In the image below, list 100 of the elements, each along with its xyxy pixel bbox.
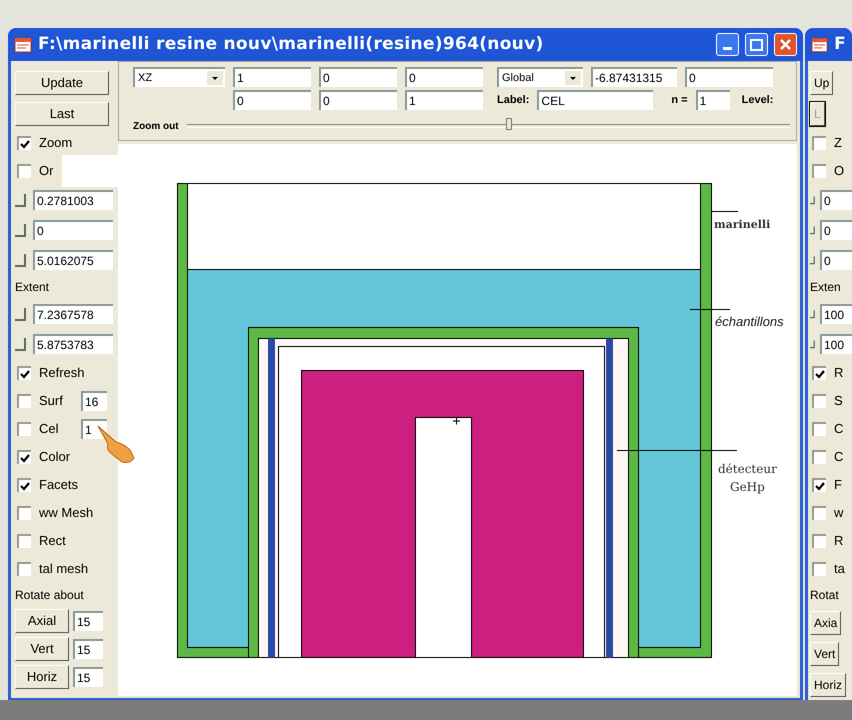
- checkbox[interactable]: [812, 366, 826, 380]
- checkbox-label: O: [834, 162, 844, 180]
- n-caption: n =: [671, 92, 688, 108]
- plot-label: détecteur: [718, 461, 777, 478]
- sidebar-button[interactable]: Last: [15, 102, 109, 126]
- minimize-button[interactable]: [716, 33, 739, 56]
- checkbox[interactable]: [17, 450, 31, 464]
- checkbox-label: ta: [834, 560, 845, 578]
- checkbox[interactable]: [17, 394, 31, 408]
- section-heading: Exten: [810, 279, 841, 296]
- window-icon: [811, 36, 828, 52]
- input-field[interactable]: 15: [73, 667, 103, 687]
- checkbox-label: w: [834, 504, 844, 522]
- checkbox[interactable]: [17, 478, 31, 492]
- caret-icon: [207, 71, 223, 85]
- input-field[interactable]: 15: [73, 611, 103, 631]
- input-field[interactable]: 100: [820, 334, 852, 354]
- checkbox-label: Or: [39, 162, 54, 180]
- slider-notch-icon: [15, 253, 29, 267]
- plot-label: GeHp: [728, 479, 766, 496]
- sidebar-button[interactable]: Up: [810, 70, 834, 94]
- checkbox[interactable]: [812, 534, 826, 548]
- sidebar-button[interactable]: Axia: [810, 610, 842, 634]
- checkbox[interactable]: [812, 506, 826, 520]
- input-field[interactable]: 5.8753783: [33, 334, 113, 354]
- input-field[interactable]: 16: [81, 391, 107, 411]
- input-field[interactable]: 7.2367578: [33, 304, 113, 324]
- dropdown[interactable]: Global: [497, 67, 583, 87]
- checkbox[interactable]: [17, 136, 31, 150]
- input-field[interactable]: 0: [233, 90, 311, 110]
- window-icon: [14, 36, 32, 52]
- dropdown-value: XZ: [138, 70, 152, 86]
- maximize-button[interactable]: [745, 33, 768, 56]
- window-title: F:\marinelli resine nouv\marinelli(resine)964(nouv): [38, 32, 544, 56]
- input-field[interactable]: -6.87431315: [591, 67, 677, 87]
- input-field[interactable]: 0: [820, 190, 852, 210]
- checkbox[interactable]: [17, 422, 31, 436]
- checkbox-label: Facets: [39, 476, 78, 494]
- sidebar-button[interactable]: Update: [15, 70, 109, 94]
- section-heading: Rotate about: [15, 587, 84, 604]
- checkbox-label: tal mesh: [39, 560, 88, 578]
- input-field[interactable]: 1: [81, 419, 107, 439]
- checkbox[interactable]: [17, 534, 31, 548]
- input-field[interactable]: 1: [405, 90, 483, 110]
- minimize-icon: [723, 47, 732, 50]
- input-field[interactable]: 1: [696, 90, 730, 110]
- zoom-caption: Zoom out: [133, 120, 179, 134]
- leader-line: [710, 211, 738, 212]
- input-field[interactable]: 0: [405, 67, 483, 87]
- input-field[interactable]: 0: [820, 220, 852, 240]
- input-field[interactable]: 0: [820, 250, 852, 270]
- input-field[interactable]: 0: [319, 90, 397, 110]
- input-field[interactable]: 5.0162075: [33, 250, 113, 270]
- slider-notch-icon: [15, 337, 29, 351]
- checkbox[interactable]: [812, 450, 826, 464]
- checkbox-label: S: [834, 392, 843, 410]
- input-field[interactable]: 0: [33, 220, 113, 240]
- checkbox[interactable]: [17, 562, 31, 576]
- sidebar-button[interactable]: Vert: [15, 637, 69, 661]
- checkbox[interactable]: [812, 394, 826, 408]
- checkbox[interactable]: [17, 366, 31, 380]
- sidebar-button[interactable]: Axial: [15, 609, 69, 633]
- maximize-icon: [750, 38, 763, 50]
- input-field[interactable]: 15: [73, 639, 103, 659]
- checkbox[interactable]: [812, 562, 826, 576]
- checkbox[interactable]: [812, 422, 826, 436]
- label-caption: Label:: [497, 92, 530, 108]
- checkbox[interactable]: [17, 164, 31, 178]
- checkbox[interactable]: [812, 136, 826, 150]
- input-field[interactable]: CEL: [537, 90, 654, 110]
- input-field[interactable]: 0: [319, 67, 397, 87]
- input-field[interactable]: 1: [233, 67, 311, 87]
- slider-notch-icon: [15, 307, 29, 321]
- checkbox-label: C: [834, 420, 844, 438]
- checkbox-label: Refresh: [39, 364, 85, 382]
- plot-label: échantillons: [715, 313, 784, 331]
- checkbox[interactable]: [812, 478, 826, 492]
- sidebar-button[interactable]: Horiz: [810, 672, 846, 696]
- checkbox-label: F: [834, 476, 842, 494]
- close-button[interactable]: [774, 33, 797, 56]
- sidebar-button[interactable]: Horiz: [15, 665, 69, 689]
- sidebar-button[interactable]: Vert: [810, 642, 840, 666]
- checkbox-label: Cel: [39, 420, 60, 438]
- input-field[interactable]: 0.2781003: [33, 190, 113, 210]
- checkbox[interactable]: [17, 506, 31, 520]
- checkbox-label: R: [834, 364, 844, 382]
- slider-notch-icon: [15, 193, 29, 207]
- checkbox-label: C: [834, 448, 844, 466]
- input-field[interactable]: 100: [820, 304, 852, 324]
- checkbox-label: R: [834, 532, 844, 550]
- slider-notch-icon: [15, 223, 29, 237]
- input-field[interactable]: 0: [685, 67, 773, 87]
- zoom-slider-thumb[interactable]: [506, 118, 512, 130]
- leader-line: [690, 309, 730, 310]
- close-icon: [779, 38, 792, 51]
- checkbox-label: Surf: [39, 392, 64, 410]
- checkbox[interactable]: [812, 164, 826, 178]
- window-title: F: [834, 32, 846, 56]
- checkbox-label: Zoom: [39, 134, 72, 152]
- dropdown[interactable]: XZ: [133, 67, 225, 87]
